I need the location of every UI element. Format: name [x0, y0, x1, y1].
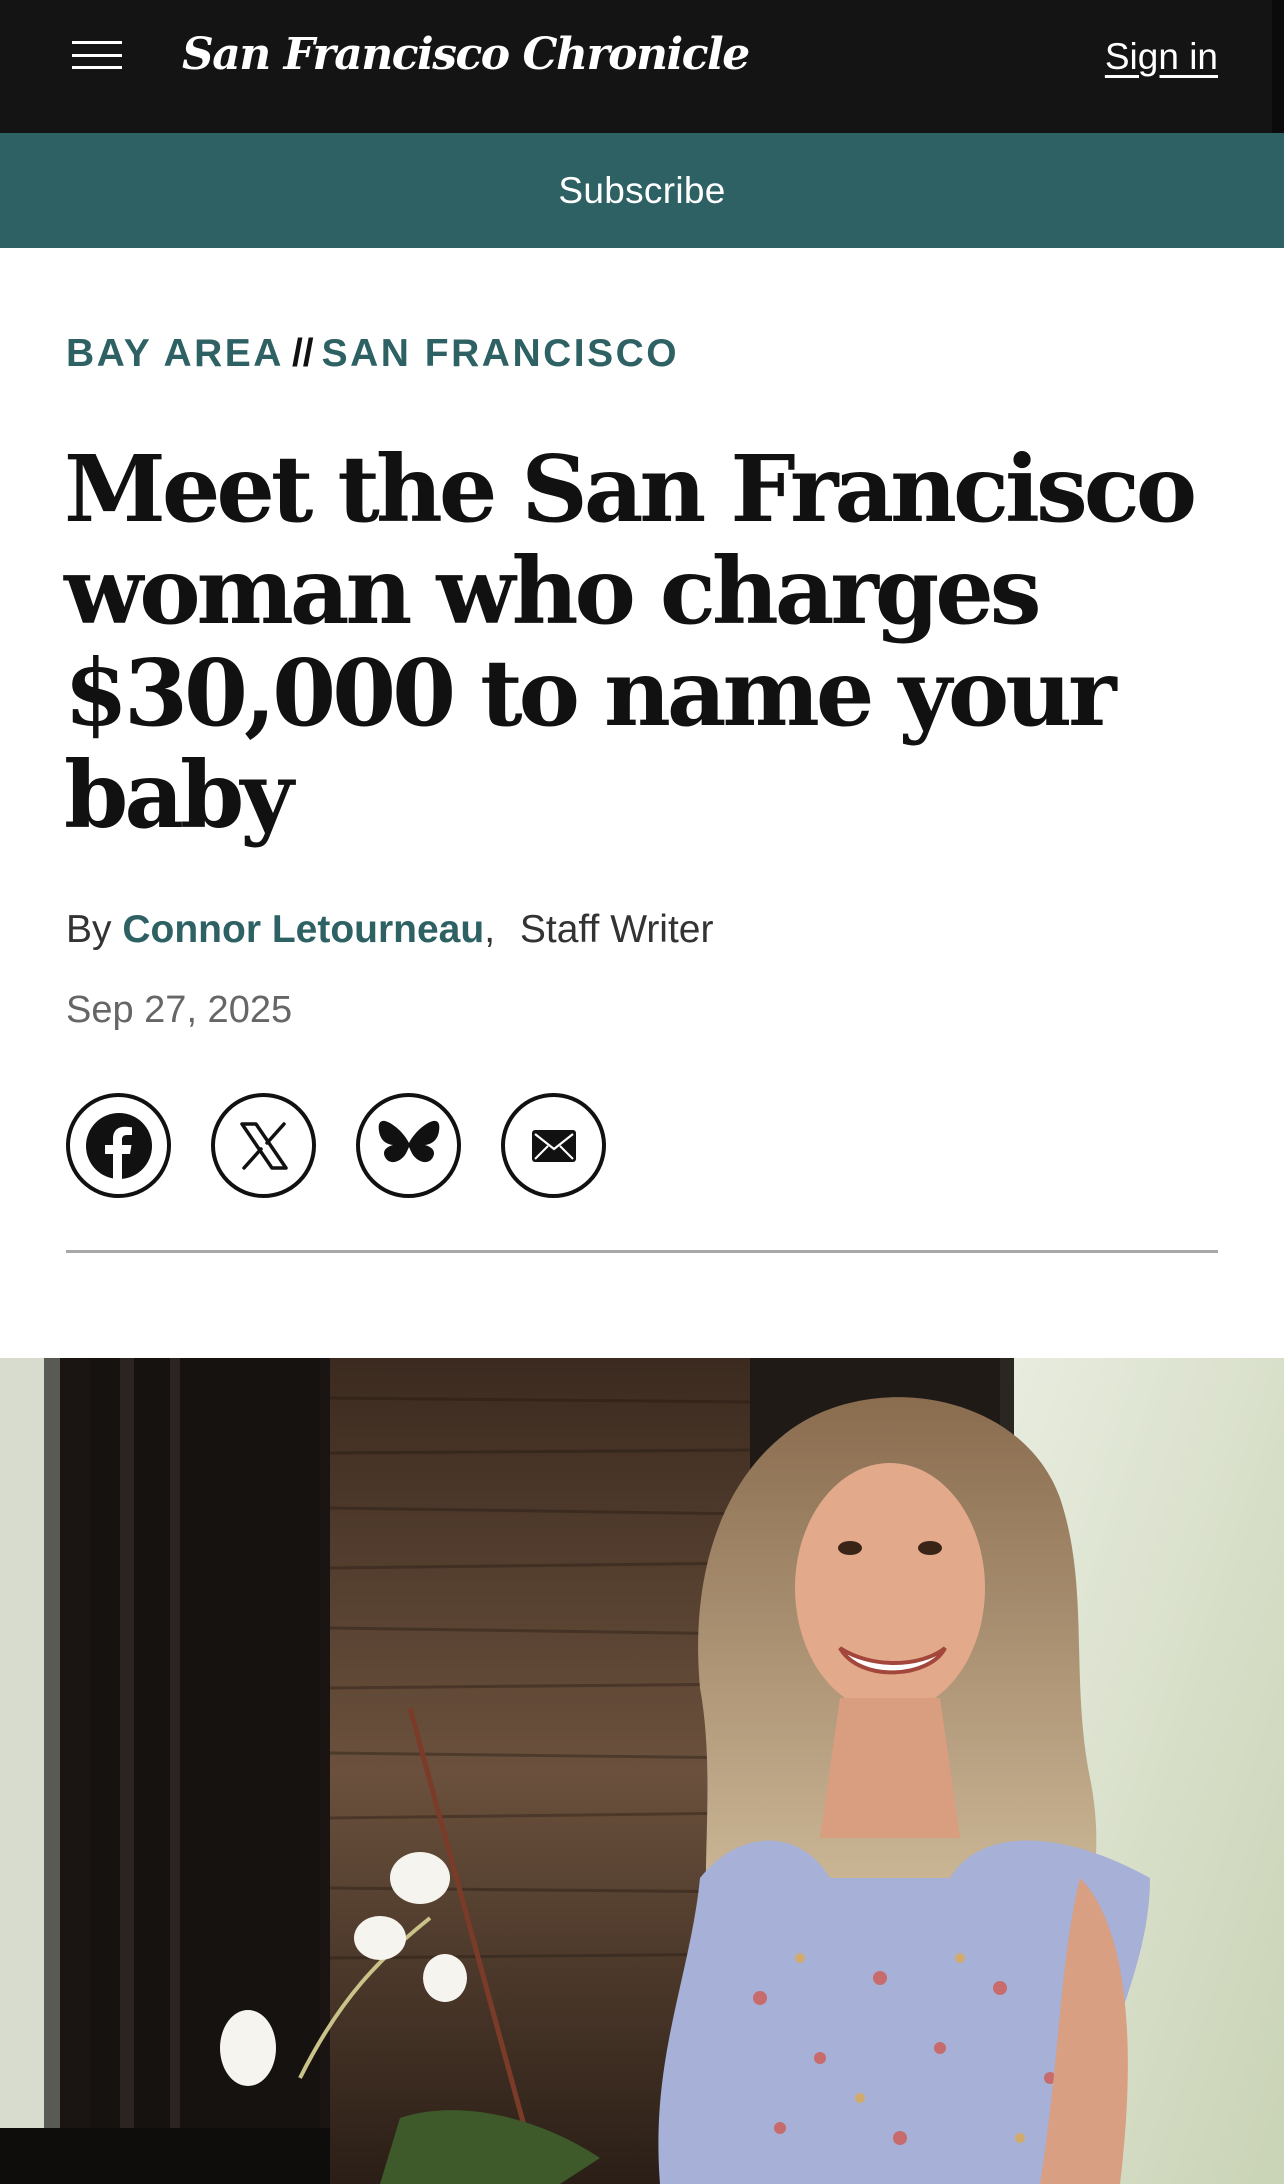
- hero-photo: [0, 1358, 1284, 2184]
- bluesky-butterfly-icon: [378, 1120, 439, 1162]
- x-icon: [239, 1121, 288, 1170]
- x-share-button[interactable]: [211, 1093, 316, 1198]
- breadcrumb-separator: //: [291, 332, 314, 375]
- sign-in-link[interactable]: Sign in: [1105, 30, 1218, 84]
- publish-date: Sep 27, 2025: [66, 989, 293, 1031]
- hamburger-menu-icon[interactable]: [72, 38, 122, 72]
- author-role: Staff Writer: [519, 908, 714, 951]
- bluesky-share-button[interactable]: [356, 1093, 461, 1198]
- site-header: San Francisco Chronicle Sign in: [0, 0, 1284, 133]
- breadcrumb-subsection-link[interactable]: SAN FRANCISCO: [322, 332, 680, 375]
- byline: By Connor Letourneau, Staff Writer: [66, 902, 714, 958]
- subscribe-banner[interactable]: Subscribe: [0, 133, 1284, 248]
- share-bar: [66, 1093, 606, 1198]
- facebook-icon: [85, 1112, 152, 1181]
- menu-line: [72, 53, 122, 57]
- breadcrumb-section-link[interactable]: BAY AREA: [66, 332, 284, 375]
- facebook-share-button[interactable]: [66, 1093, 171, 1198]
- breadcrumb: BAY AREA//SAN FRANCISCO: [66, 328, 679, 380]
- menu-line: [72, 66, 122, 69]
- article-headline: Meet the San Francisco woman who charges…: [64, 435, 1197, 849]
- section-divider: [66, 1250, 1218, 1253]
- hero-photo-illustration: [0, 1358, 1284, 2184]
- envelope-icon: [531, 1129, 576, 1162]
- subscribe-button[interactable]: Subscribe: [558, 170, 725, 212]
- byline-prefix: By: [66, 908, 112, 951]
- email-share-button[interactable]: [501, 1093, 606, 1198]
- scrollbar: [1272, 0, 1284, 133]
- site-logo[interactable]: San Francisco Chronicle: [182, 22, 750, 88]
- byline-comma: ,: [484, 908, 496, 951]
- menu-line: [72, 41, 122, 44]
- author-link[interactable]: Connor Letourneau: [122, 908, 484, 951]
